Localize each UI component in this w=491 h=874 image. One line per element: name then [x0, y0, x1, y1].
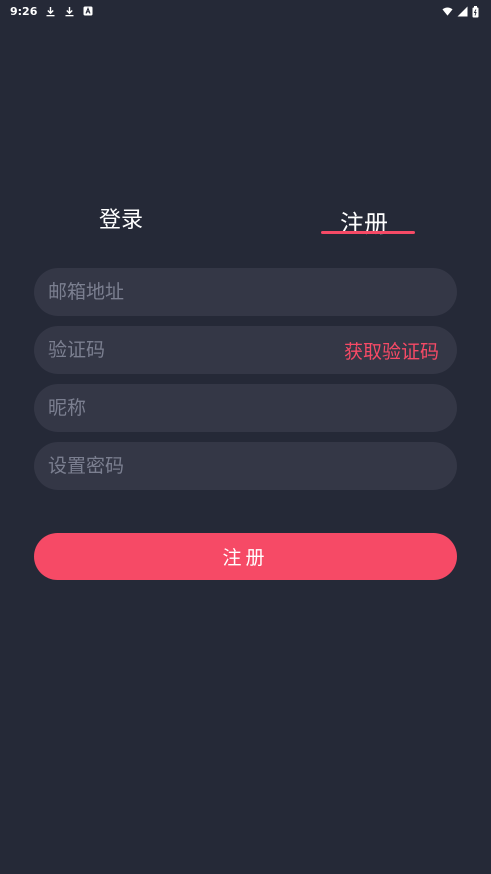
get-code-button[interactable]: 获取验证码 — [344, 337, 439, 364]
download-icon — [64, 6, 75, 17]
register-screen: 9:26 登录 注册 邮箱地址 验证码 获取验证码 昵称 注册 — [0, 0, 491, 874]
tab-login[interactable]: 登录 — [99, 202, 143, 234]
status-bar: 9:26 — [0, 0, 491, 22]
app-notification-icon — [83, 6, 94, 17]
nickname-input[interactable] — [48, 397, 439, 419]
password-input[interactable] — [48, 455, 439, 477]
status-left: 9:26 — [10, 5, 94, 18]
wifi-icon — [442, 6, 453, 17]
verification-code-input[interactable] — [48, 339, 344, 361]
email-input[interactable] — [48, 281, 439, 303]
nickname-field-container — [34, 384, 457, 432]
status-time: 9:26 — [10, 4, 38, 18]
download-icon — [45, 6, 56, 17]
signal-icon — [457, 6, 468, 17]
battery-icon — [472, 5, 483, 17]
auth-tabs: 登录 注册 — [0, 198, 491, 244]
active-tab-indicator — [321, 231, 415, 234]
status-right — [442, 5, 483, 17]
email-field-container — [34, 268, 457, 316]
verification-code-field-container: 获取验证码 — [34, 326, 457, 374]
password-field-container — [34, 442, 457, 490]
register-button[interactable]: 注册 — [34, 533, 457, 580]
